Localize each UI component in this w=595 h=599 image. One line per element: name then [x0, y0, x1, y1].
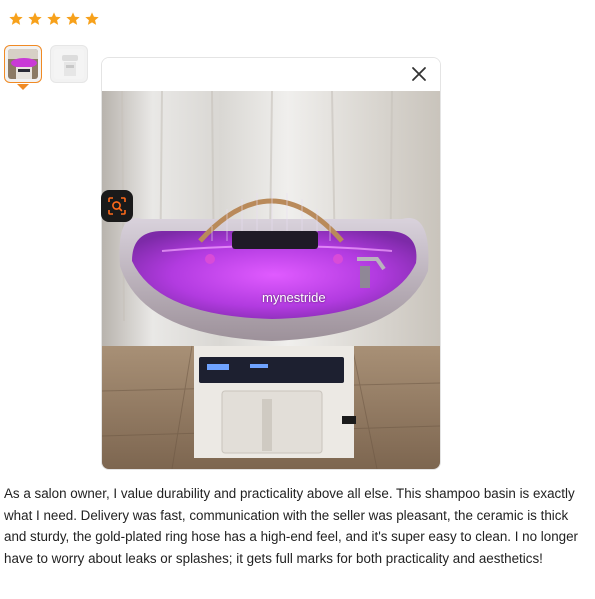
star-icon	[66, 12, 80, 25]
viewer-header	[102, 58, 440, 91]
thumbnail-2[interactable]	[50, 45, 88, 83]
star-icon	[47, 12, 61, 25]
close-icon[interactable]	[410, 65, 428, 83]
thumbnail-1[interactable]	[4, 45, 42, 90]
selected-caret-icon	[17, 84, 29, 90]
product-photo	[102, 91, 440, 469]
watermark-text: mynestride	[262, 290, 326, 305]
photo-thumbnail-purple-basin	[8, 49, 38, 79]
star-icon	[9, 12, 23, 25]
image-viewer: mynestride	[101, 57, 441, 470]
image-search-button[interactable]	[101, 190, 133, 222]
rating-stars	[8, 11, 100, 27]
star-icon	[28, 12, 42, 25]
photo-thumbnail-white-basin	[54, 49, 84, 79]
thumbnail-strip	[4, 45, 88, 90]
review-text: As a salon owner, I value durability and…	[4, 486, 579, 566]
star-icon	[85, 12, 99, 25]
image-search-icon	[108, 197, 126, 215]
